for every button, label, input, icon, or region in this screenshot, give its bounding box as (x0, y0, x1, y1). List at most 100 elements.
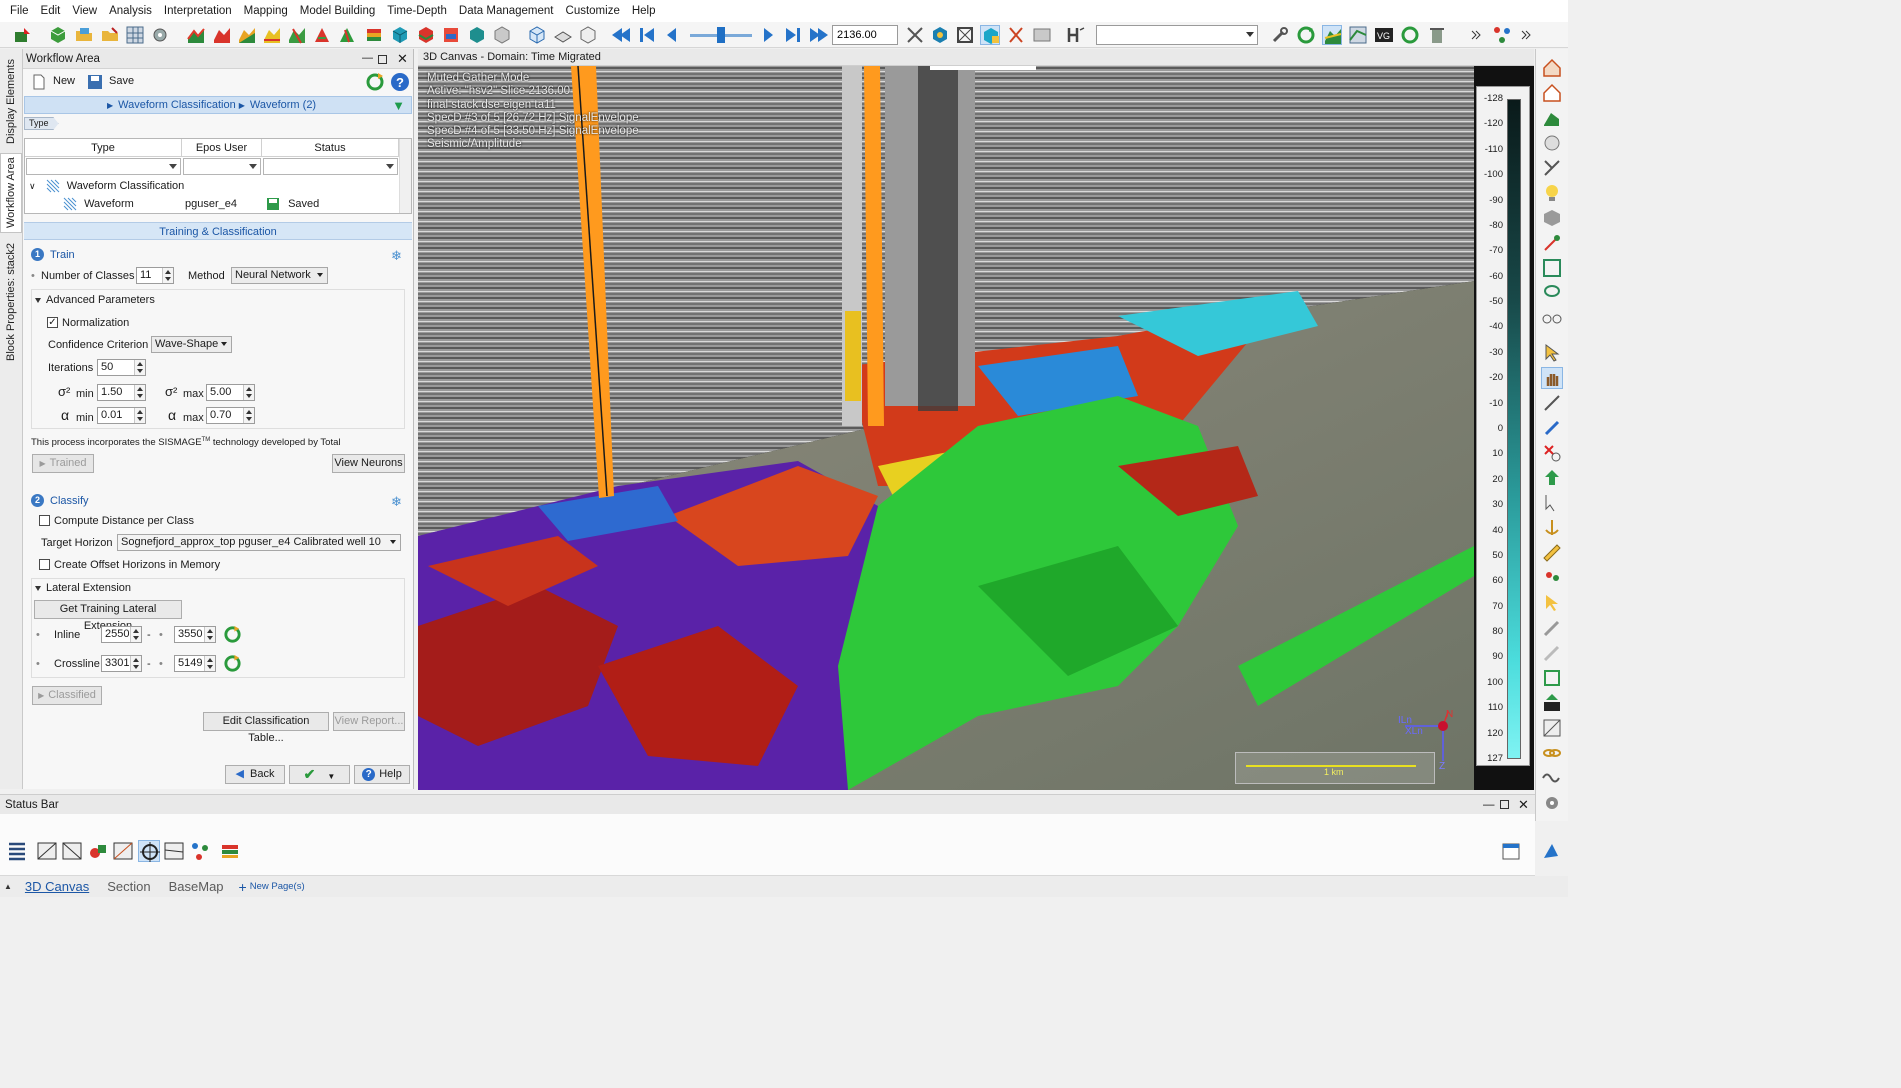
method-dropdown[interactable]: Neural Network (231, 267, 328, 284)
open-folder-icon[interactable] (74, 25, 94, 45)
view-neurons-button[interactable]: View Neurons (332, 454, 405, 473)
globe-cube-icon[interactable] (467, 25, 487, 45)
status-filter-combo[interactable] (263, 158, 398, 175)
3d-canvas-viewport[interactable]: Muted Gather Mode Active: "hsv2" Slice 2… (418, 66, 1534, 790)
h-arrow-icon[interactable] (1066, 25, 1086, 45)
crossline-from-spinner[interactable]: 3301 (101, 655, 142, 672)
column-header-epos-user[interactable]: Epos User (182, 139, 262, 157)
lasso-icon[interactable] (1541, 282, 1563, 304)
vg-icon[interactable]: VG (1374, 25, 1394, 45)
home-icon[interactable] (1541, 57, 1563, 79)
select-arrow-icon[interactable] (1541, 342, 1563, 364)
edit-classification-table-button[interactable]: Edit Classification Table... (203, 712, 329, 744)
pan-hand-icon[interactable] (1541, 367, 1563, 389)
grid-view-icon[interactable] (1348, 25, 1368, 45)
menu-view[interactable]: View (66, 0, 103, 22)
pick-icon[interactable] (1541, 232, 1563, 254)
status-maximize-icon[interactable] (1500, 800, 1509, 809)
surface-edit-icon[interactable] (1541, 107, 1563, 129)
step-back-icon[interactable] (662, 25, 682, 45)
column-header-status[interactable]: Status (262, 139, 399, 157)
sigma-min-spinner[interactable]: 1.50 (97, 384, 146, 401)
grid-edit-icon[interactable] (1541, 717, 1563, 739)
new-button[interactable]: New (53, 75, 75, 87)
refresh-icon[interactable] (1400, 25, 1420, 45)
mp-icon[interactable] (1032, 25, 1052, 45)
menu-time-depth[interactable]: Time-Depth (381, 0, 453, 22)
tab-workflow-area[interactable]: Workflow Area (0, 153, 22, 233)
vg-upload-icon[interactable] (1541, 692, 1563, 714)
network-icon[interactable] (1492, 25, 1512, 45)
save-button[interactable]: Save (109, 75, 134, 87)
status-close-icon[interactable]: ✕ (1518, 795, 1529, 815)
glasses-icon[interactable] (1541, 307, 1563, 329)
settings-gear-icon[interactable] (1541, 792, 1563, 814)
step-forward-icon[interactable] (758, 25, 778, 45)
settings-tool-icon[interactable] (150, 25, 170, 45)
menu-file[interactable]: File (4, 0, 35, 22)
close-icon[interactable]: ✕ (396, 52, 409, 65)
help-button[interactable]: ? Help (354, 765, 410, 784)
seismic-tool-3-icon[interactable] (112, 840, 134, 862)
column-header-type[interactable]: Type (25, 139, 182, 157)
ruler-icon[interactable] (1541, 542, 1563, 564)
new-page-link[interactable]: New Page(s) (247, 881, 314, 892)
pen-icon[interactable] (1541, 617, 1563, 639)
fast-forward-icon[interactable] (783, 25, 803, 45)
box-cube-icon[interactable] (980, 25, 1000, 45)
frame-icon[interactable] (955, 25, 975, 45)
cut-icon[interactable] (1006, 25, 1026, 45)
crossline-reset-icon[interactable] (223, 654, 242, 673)
plane-view-icon[interactable] (553, 25, 573, 45)
rotate-icon[interactable] (1296, 25, 1316, 45)
anchor-icon[interactable] (1541, 517, 1563, 539)
alpha-min-spinner[interactable]: 0.01 (97, 407, 146, 424)
status-minimize-icon[interactable]: — (1483, 795, 1495, 815)
normalization-checkbox[interactable]: ✓ (47, 317, 58, 328)
slice-value-input[interactable] (832, 25, 898, 45)
seismic-tool-2-icon[interactable] (61, 840, 83, 862)
volume-cube-icon[interactable] (390, 25, 410, 45)
advanced-parameters-toggle[interactable]: Advanced Parameters (35, 294, 155, 306)
type-filter-tag[interactable]: Type (24, 117, 59, 130)
pointer-icon[interactable] (1541, 492, 1563, 514)
cube-green-icon[interactable] (48, 25, 68, 45)
layers-icon[interactable] (364, 25, 384, 45)
view-cube-icon[interactable] (527, 25, 547, 45)
surface-mix-icon[interactable] (237, 25, 257, 45)
apply-button[interactable]: ✔ ▼ (289, 765, 350, 784)
surface-red-icon[interactable] (212, 25, 232, 45)
pen-alt-icon[interactable] (1541, 642, 1563, 664)
people-icon[interactable] (1541, 567, 1563, 589)
surface-yellow-icon[interactable] (262, 25, 282, 45)
tree-row-child[interactable]: Waveform (63, 195, 183, 213)
view-selector-combo[interactable] (1096, 25, 1258, 45)
alpha-max-spinner[interactable]: 0.70 (206, 407, 255, 424)
grid-scrollbar[interactable] (399, 139, 411, 213)
tools-cross-icon[interactable] (905, 25, 925, 45)
toolbar-overflow-icon[interactable] (1466, 25, 1481, 45)
seismic-tool-icon[interactable] (36, 840, 58, 862)
view-report-button[interactable]: View Report... (333, 712, 405, 731)
menu-analysis[interactable]: Analysis (103, 0, 158, 22)
slice-slider-thumb[interactable] (717, 27, 725, 43)
type-filter-combo[interactable] (26, 158, 181, 175)
classify-section-title[interactable]: 2 Classify (31, 494, 89, 507)
seismic-tool-4-icon[interactable] (163, 840, 185, 862)
grey-cube-icon[interactable] (492, 25, 512, 45)
delete-pick-icon[interactable] (1541, 442, 1563, 464)
grid-menu-icon[interactable] (6, 840, 28, 862)
back-button[interactable]: ◀ Back (225, 765, 285, 784)
page-tab-section[interactable]: Section (98, 879, 159, 894)
fault-pick-icon[interactable] (312, 25, 332, 45)
network-nodes-icon[interactable] (189, 840, 211, 862)
status-extra-icon[interactable] (1540, 840, 1562, 862)
fit-view-icon[interactable] (1541, 257, 1563, 279)
seismic-grid-icon[interactable] (125, 25, 145, 45)
chain-icon[interactable] (1541, 742, 1563, 764)
page-tab-3d-canvas[interactable]: 3D Canvas (16, 879, 98, 894)
breadcrumb-item-waveform[interactable]: Waveform (2) (250, 99, 316, 111)
maximize-icon[interactable] (378, 55, 387, 64)
layer-stack-icon[interactable] (219, 840, 241, 862)
wrench-icon[interactable] (1270, 25, 1290, 45)
